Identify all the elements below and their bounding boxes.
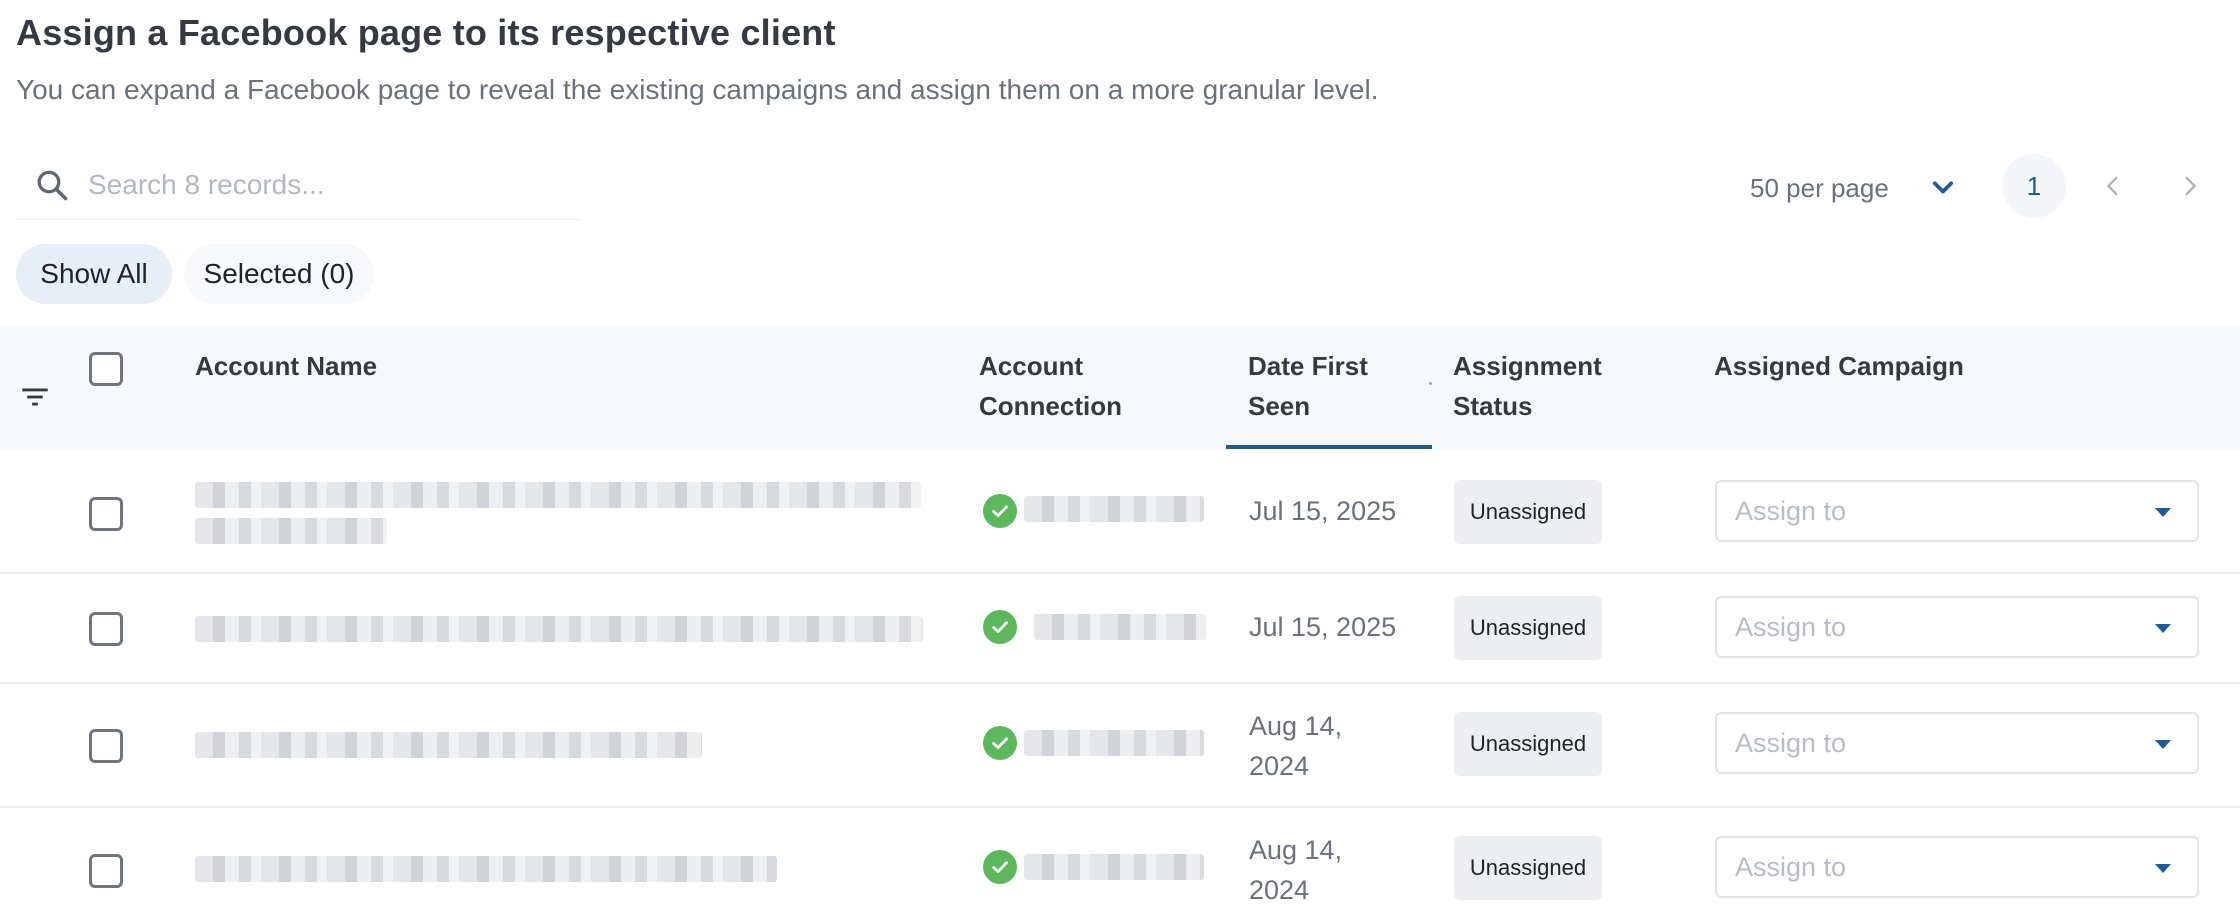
assign-placeholder: Assign to <box>1735 727 1847 758</box>
row-checkbox[interactable] <box>89 612 123 646</box>
selected-filter[interactable]: Selected (0) <box>184 244 374 304</box>
sort-indicator <box>1226 445 1432 449</box>
caret-down-icon <box>2155 508 2171 517</box>
column-resize-handle[interactable] <box>1429 382 1432 385</box>
assign-placeholder: Assign to <box>1735 495 1847 526</box>
page-title: Assign a Facebook page to its respective… <box>16 12 836 53</box>
account-name-redacted <box>195 856 777 882</box>
status-badge: Unassigned <box>1454 596 1602 660</box>
date-line: 2024 <box>1249 875 1310 905</box>
chevron-down-icon <box>1932 181 1953 194</box>
chevron-left-icon[interactable] <box>2099 172 2127 200</box>
column-assignment-status[interactable]: Assignment Status <box>1453 346 1633 426</box>
column-account-connection[interactable]: Account Connection <box>979 346 1149 426</box>
caret-down-icon <box>2155 864 2171 873</box>
column-account-name[interactable]: Account Name <box>195 346 377 386</box>
status-badge: Unassigned <box>1454 712 1602 776</box>
assign-campaign-select[interactable]: Assign to <box>1715 480 2199 542</box>
chevron-right-icon[interactable] <box>2176 172 2204 200</box>
date-first-seen: Aug 14, 2024 <box>1249 706 1419 786</box>
search-bar <box>16 150 580 220</box>
page-number-button[interactable]: 1 <box>2002 154 2066 218</box>
date-line: Jul 15, 2025 <box>1249 612 1397 642</box>
table-row: Jul 15, 2025 Unassigned Assign to <box>0 450 2240 574</box>
page-subtitle: You can expand a Facebook page to reveal… <box>16 74 1379 105</box>
assign-placeholder: Assign to <box>1735 851 1847 882</box>
check-circle-icon <box>983 850 1017 884</box>
table-header: Account Name Account Connection Date Fir… <box>0 326 2240 450</box>
assign-campaign-select[interactable]: Assign to <box>1715 596 2199 658</box>
row-checkbox[interactable] <box>89 729 123 763</box>
status-badge: Unassigned <box>1454 480 1602 544</box>
check-circle-icon <box>983 494 1017 528</box>
date-first-seen: Jul 15, 2025 <box>1249 607 1419 647</box>
account-connection-redacted <box>1024 854 1204 880</box>
per-page-label: 50 per page <box>1750 172 1889 203</box>
table-row: Aug 14, 2024 Unassigned Assign to <box>0 808 2240 918</box>
row-checkbox[interactable] <box>89 497 123 531</box>
account-connection-redacted <box>1034 614 1206 640</box>
date-line: Jul 15, 2025 <box>1249 496 1397 526</box>
date-first-seen: Aug 14, 2024 <box>1249 830 1419 910</box>
date-line: Aug 14, <box>1249 835 1343 865</box>
select-all-checkbox[interactable] <box>89 352 123 386</box>
check-circle-icon <box>983 610 1017 644</box>
row-checkbox[interactable] <box>89 854 123 888</box>
search-icon <box>37 170 68 200</box>
account-name-redacted <box>195 616 923 642</box>
caret-down-icon <box>2155 740 2171 749</box>
account-connection-redacted <box>1024 496 1204 522</box>
search-input[interactable] <box>88 168 528 201</box>
filter-lines-icon[interactable] <box>18 380 52 414</box>
per-page-select[interactable]: 50 per page <box>1750 168 1957 208</box>
account-name-redacted <box>195 482 921 508</box>
account-name-redacted <box>195 518 387 544</box>
account-name-redacted <box>195 732 702 758</box>
column-assigned-campaign[interactable]: Assigned Campaign <box>1714 346 1964 386</box>
status-badge: Unassigned <box>1454 836 1602 900</box>
show-all-filter[interactable]: Show All <box>16 244 172 304</box>
date-line: Aug 14, <box>1249 711 1343 741</box>
check-circle-icon <box>983 726 1017 760</box>
date-first-seen: Jul 15, 2025 <box>1249 491 1419 531</box>
account-connection-redacted <box>1024 730 1204 756</box>
assign-campaign-select[interactable]: Assign to <box>1715 836 2199 898</box>
assign-placeholder: Assign to <box>1735 611 1847 642</box>
column-date-first-seen[interactable]: Date First Seen <box>1248 346 1408 426</box>
assign-campaign-select[interactable]: Assign to <box>1715 712 2199 774</box>
table-row: Jul 15, 2025 Unassigned Assign to <box>0 574 2240 684</box>
table-row: Aug 14, 2024 Unassigned Assign to <box>0 684 2240 808</box>
date-line: 2024 <box>1249 751 1310 781</box>
caret-down-icon <box>2155 624 2171 633</box>
